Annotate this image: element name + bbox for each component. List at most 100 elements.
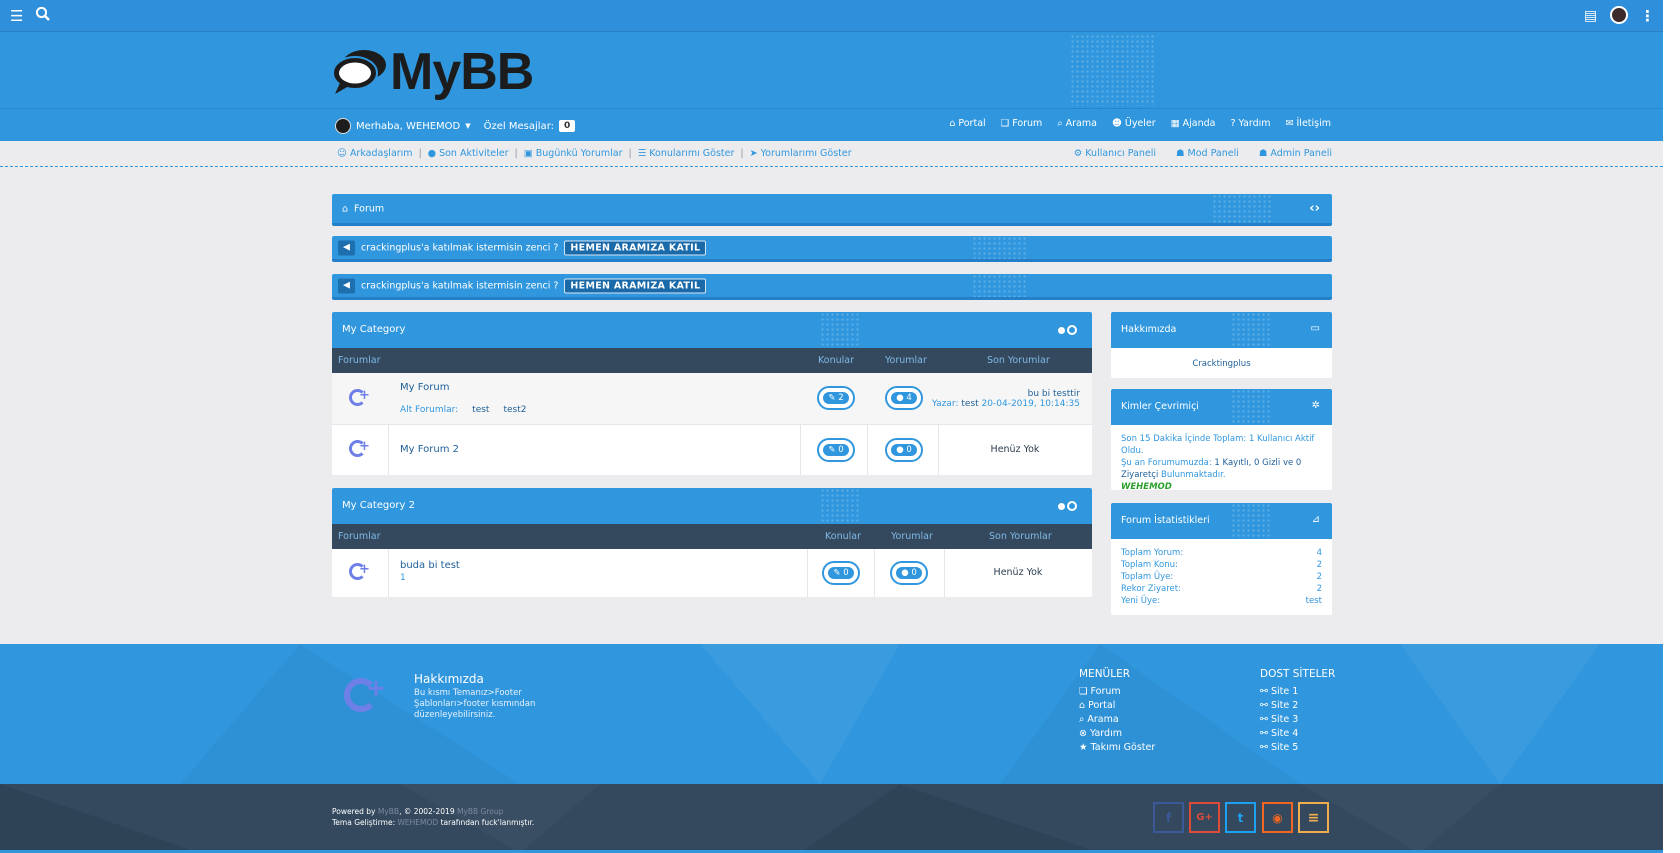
forum-name-link[interactable]: My Forum 2 (400, 444, 459, 455)
subforum-link[interactable]: test2 (503, 405, 526, 415)
user-cp-icon: ⚙ (1073, 148, 1086, 159)
friend-site-link[interactable]: ⚯ Site 3 (1260, 713, 1335, 727)
footer-link-team[interactable]: ★ Takımı Göster (1079, 741, 1155, 755)
nav-portal[interactable]: ⌂ Portal (949, 118, 985, 129)
mybb-group-link[interactable]: MyBB Group (457, 807, 503, 816)
link-admin-cp[interactable]: ☗ Admin Paneli (1259, 148, 1332, 159)
nav-search[interactable]: ⌕ Arama (1057, 118, 1097, 129)
widget-header: Hakkımızda ▭ (1111, 312, 1332, 348)
forum-name-link[interactable]: buda bi test (400, 560, 460, 571)
forum-status-icon: + (332, 425, 388, 475)
footer-link-label: Takımı Göster (1090, 742, 1156, 753)
avatar[interactable] (1610, 6, 1628, 24)
last-post-author[interactable]: test (961, 399, 978, 409)
divider (807, 549, 808, 597)
posts-value: 4 (906, 393, 912, 403)
site-footer: + Hakkımızda Bu kısmı Temanız>Footer Şab… (0, 644, 1663, 784)
subforum-link[interactable]: test (472, 405, 489, 415)
link-user-cp[interactable]: ⚙ Kullanıcı Paneli (1074, 148, 1156, 159)
breadcrumb: ⌂ Forum ‹› (332, 194, 1332, 226)
posts-count[interactable]: ● 0 (885, 438, 923, 462)
friend-site-label: Site 5 (1270, 742, 1299, 753)
link-mod-cp[interactable]: ☗ Mod Paneli (1176, 148, 1239, 159)
link-friends[interactable]: ☺ Arkadaşlarım (337, 148, 413, 159)
threads-count[interactable]: ✎ 0 (822, 561, 860, 585)
comment-icon: ● (896, 393, 904, 403)
last-post-title[interactable]: bu bi testtir (932, 389, 1080, 399)
today-icon: ▣ (523, 148, 536, 159)
mybb-link[interactable]: MyBB (378, 807, 399, 816)
table-row: + buda bi test 1 ✎ 0 ● 0 Henüz Yok (332, 549, 1092, 597)
threads-count[interactable]: ✎ 0 (817, 438, 855, 462)
join-button[interactable]: HEMEN ARAMIZA KATIL (564, 278, 707, 293)
last-post-date: 20-04-2019, 10:14:35 (981, 399, 1080, 409)
copyright-years: , © 2002-2019 (399, 807, 457, 816)
friend-site-link[interactable]: ⚯ Site 4 (1260, 727, 1335, 741)
category-title[interactable]: My Category 2 (342, 500, 415, 511)
copyright-text: Powered by MyBB, © 2002-2019 MyBB Group … (332, 806, 534, 828)
footer-link-label: Arama (1087, 714, 1119, 725)
threads-count[interactable]: ✎ 2 (817, 386, 855, 410)
rss-icon[interactable]: ◉ (1262, 802, 1293, 833)
layout-icon[interactable]: ▤ (1584, 7, 1597, 25)
stat-label: Toplam Konu: (1121, 560, 1178, 570)
header-pattern (820, 488, 860, 524)
site-logo[interactable]: MyBB (331, 44, 541, 100)
newest-member-link[interactable]: test (1306, 595, 1322, 607)
code-toggle-icon[interactable]: ‹› (1309, 201, 1320, 216)
admin-icon: ☗ (1258, 148, 1271, 159)
pm-label[interactable]: Özel Mesajlar: (484, 121, 554, 132)
friend-site-label: Site 3 (1270, 714, 1299, 725)
facebook-icon[interactable]: f (1153, 802, 1184, 833)
nav-forum[interactable]: ❑ Forum (1001, 118, 1043, 129)
forum-name-link[interactable]: My Forum (400, 382, 449, 393)
search-icon[interactable] (35, 6, 51, 22)
footer-link-search[interactable]: ⌕ Arama (1079, 713, 1155, 727)
developer-link[interactable]: WEHEMOD (398, 818, 439, 827)
friend-site-link[interactable]: ⚯ Site 5 (1260, 741, 1335, 755)
nav-calendar[interactable]: ▦ Ajanda (1171, 118, 1216, 129)
pm-count-badge[interactable]: 0 (559, 120, 576, 132)
col-threads: Konular (818, 355, 854, 366)
more-options-icon[interactable]: ⋮ (1640, 7, 1655, 25)
posts-value: 0 (911, 568, 917, 578)
nav-members[interactable]: ☻ Üyeler (1112, 118, 1156, 129)
posts-count[interactable]: ● 4 (885, 386, 923, 410)
greeting[interactable]: Merhaba, WEHEMOD (356, 121, 460, 132)
breadcrumb-label[interactable]: Forum (354, 203, 384, 214)
breadcrumb-item[interactable]: ⌂ Forum (342, 203, 384, 214)
join-button[interactable]: HEMEN ARAMIZA KATIL (564, 240, 707, 255)
user-menu[interactable]: Merhaba, WEHEMOD ▼ Özel Mesajlar: 0 (335, 118, 576, 134)
twitter-icon[interactable]: t (1225, 802, 1256, 833)
stat-value: 2 (1316, 560, 1322, 570)
list-icon[interactable]: ≡ (1298, 802, 1329, 833)
link-today-posts[interactable]: ▣ Bugünkü Yorumlar (524, 148, 623, 159)
forum-status-icon: + (332, 373, 388, 424)
friend-site-link[interactable]: ⚯ Site 1 (1260, 685, 1335, 699)
page: ☰ ▤ ⋮ MyBB Merhaba, WEHEMOD ▼ Özel Mesaj… (0, 0, 1663, 853)
comment-icon: ● (896, 445, 904, 455)
logo-speech-icon (332, 50, 386, 94)
footer-link-label: Yardım (1089, 728, 1122, 739)
collapse-toggle-icon[interactable] (1058, 501, 1077, 511)
footer-link-portal[interactable]: ⌂ Portal (1079, 699, 1155, 713)
vertical-scrollbar[interactable] (1663, 0, 1680, 853)
online-user-link[interactable]: WEHEMOD (1121, 481, 1322, 490)
footer-link-forum[interactable]: ❑ Forum (1079, 685, 1155, 699)
link-activity[interactable]: ● Son Aktiviteler (428, 148, 509, 159)
nav-contact[interactable]: ✉ İletişim (1286, 118, 1331, 129)
google-plus-icon[interactable]: G+ (1189, 802, 1220, 833)
comment-icon: ● (901, 568, 909, 578)
category-title[interactable]: My Category (342, 324, 405, 335)
footer-menus: MENÜLER ❑ Forum ⌂ Portal ⌕ Arama ⊗ Yardı… (1079, 668, 1155, 755)
threads-value: 0 (838, 445, 844, 455)
widget-header: Forum İstatistikleri ⊿ (1111, 503, 1332, 539)
link-my-posts[interactable]: ➤ Yorumlarımı Göster (750, 148, 852, 159)
nav-help[interactable]: ? Yardım (1231, 118, 1271, 129)
footer-link-help[interactable]: ⊗ Yardım (1079, 727, 1155, 741)
posts-count[interactable]: ● 0 (890, 561, 928, 585)
collapse-toggle-icon[interactable] (1058, 325, 1077, 335)
link-my-threads[interactable]: ☰ Konularımı Göster (638, 148, 735, 159)
menu-icon[interactable]: ☰ (10, 7, 23, 25)
friend-site-link[interactable]: ⚯ Site 2 (1260, 699, 1335, 713)
